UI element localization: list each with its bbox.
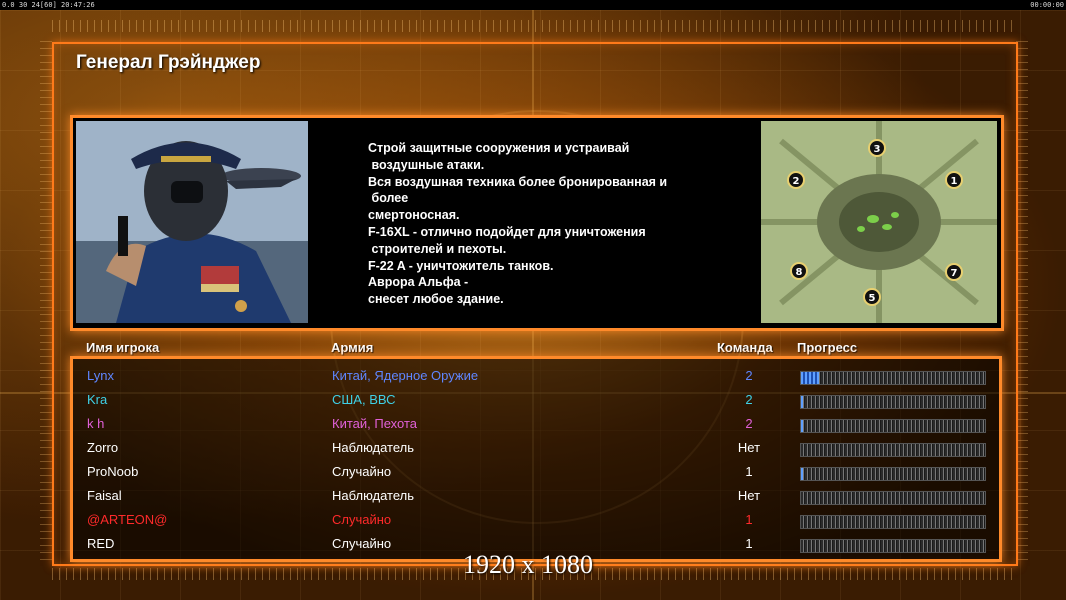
status-timer: 00:00:00 xyxy=(1030,1,1064,9)
player-army: Случайно xyxy=(332,536,392,551)
player-name: ProNoob xyxy=(87,464,139,479)
player-army: Случайно xyxy=(332,464,392,479)
player-army: Наблюдатель xyxy=(332,488,415,503)
progress-bar xyxy=(800,395,986,409)
player-team: 1 xyxy=(745,464,753,479)
player-team: Нет xyxy=(737,440,761,455)
description-line: смертоносная. xyxy=(368,208,460,223)
status-left: 0.0 30 24[60] 20:47:26 xyxy=(2,1,95,9)
player-name: @ARTEON@ xyxy=(87,512,168,527)
player-name: k h xyxy=(87,416,105,431)
progress-bar xyxy=(800,371,986,385)
progress-bar xyxy=(800,515,986,529)
description-line: Вся воздушная техника более бронированна… xyxy=(368,174,668,189)
description-line: воздушные атаки. xyxy=(368,157,485,172)
general-portrait-image xyxy=(76,121,308,323)
player-team: 1 xyxy=(745,536,753,551)
start-position-label: 3 xyxy=(874,144,881,155)
progress-fill xyxy=(801,468,803,480)
player-name: Lynx xyxy=(87,368,114,383)
start-position-label: 7 xyxy=(951,268,958,279)
progress-bar xyxy=(800,491,986,505)
player-name: Kra xyxy=(87,392,108,407)
general-description: Строй защитные сооружения и устраивай во… xyxy=(368,140,738,308)
start-position-label: 1 xyxy=(951,176,958,187)
progress-fill xyxy=(801,372,820,384)
start-position-label: 5 xyxy=(869,293,876,304)
player-table: Lynx Китай, Ядерное Оружие 2 Kra США, ВВ… xyxy=(70,356,1002,562)
column-header-player: Имя игрока xyxy=(86,340,160,355)
player-row[interactable]: Lynx Китай, Ядерное Оружие 2 xyxy=(73,364,999,388)
player-name: Faisal xyxy=(87,488,122,503)
player-team: 2 xyxy=(745,416,753,431)
player-army: Наблюдатель xyxy=(332,440,415,455)
status-bar: 0.0 30 24[60] 20:47:26 00:00:00 xyxy=(0,0,1066,10)
progress-bar xyxy=(800,443,986,457)
player-row[interactable]: ProNoob Случайно 1 xyxy=(73,460,999,484)
player-name: Zorro xyxy=(87,440,119,455)
description-line: F-16XL - отлично подойдет для уничтожени… xyxy=(368,224,646,239)
column-header-army: Армия xyxy=(331,340,374,355)
player-row[interactable]: k h Китай, Пехота 2 xyxy=(73,412,999,436)
progress-bar xyxy=(800,467,986,481)
general-portrait xyxy=(76,121,308,323)
column-header-team: Команда xyxy=(717,340,773,355)
player-team: 2 xyxy=(745,392,753,407)
progress-bar xyxy=(800,539,986,553)
player-row[interactable]: Zorro Наблюдатель Нет xyxy=(73,436,999,460)
ruler-top xyxy=(52,20,1018,32)
progress-bar xyxy=(800,419,986,433)
column-header-progress: Прогресс xyxy=(797,340,858,355)
resolution-label: 1920 x 1080 xyxy=(463,550,593,579)
ruler-left xyxy=(40,40,52,560)
player-army: Китай, Пехота xyxy=(332,416,417,431)
description-line: Аврора Альфа - xyxy=(368,275,469,290)
player-row[interactable]: Faisal Наблюдатель Нет xyxy=(73,484,999,508)
start-position-label: 2 xyxy=(793,176,800,187)
player-team: Нет xyxy=(737,488,761,503)
description-line: F-22 A - уничтожитель танков. xyxy=(368,258,554,273)
player-army: Случайно xyxy=(332,512,392,527)
map-preview-image: 3 2 1 8 7 5 xyxy=(761,121,997,323)
description-line: снесет любое здание. xyxy=(368,292,504,307)
description-line: Строй защитные сооружения и устраивай xyxy=(368,141,630,155)
description-line: более xyxy=(368,191,409,206)
player-army: Китай, Ядерное Оружие xyxy=(332,368,479,383)
briefing-panel: Строй защитные сооружения и устраивай во… xyxy=(70,115,1004,331)
player-army: США, ВВС xyxy=(332,392,396,407)
player-team: 1 xyxy=(745,512,753,527)
progress-fill xyxy=(801,396,803,408)
player-team: 2 xyxy=(745,368,753,383)
description-line: строителей и пехоты. xyxy=(368,241,507,256)
start-position-label: 8 xyxy=(796,267,803,278)
player-name: RED xyxy=(87,536,115,551)
player-row[interactable]: @ARTEON@ Случайно 1 xyxy=(73,508,999,532)
progress-fill xyxy=(801,420,803,432)
player-row[interactable]: Kra США, ВВС 2 xyxy=(73,388,999,412)
map-preview[interactable]: 3 2 1 8 7 5 xyxy=(761,121,997,323)
general-title: Генерал Грэйнджер xyxy=(76,52,261,73)
